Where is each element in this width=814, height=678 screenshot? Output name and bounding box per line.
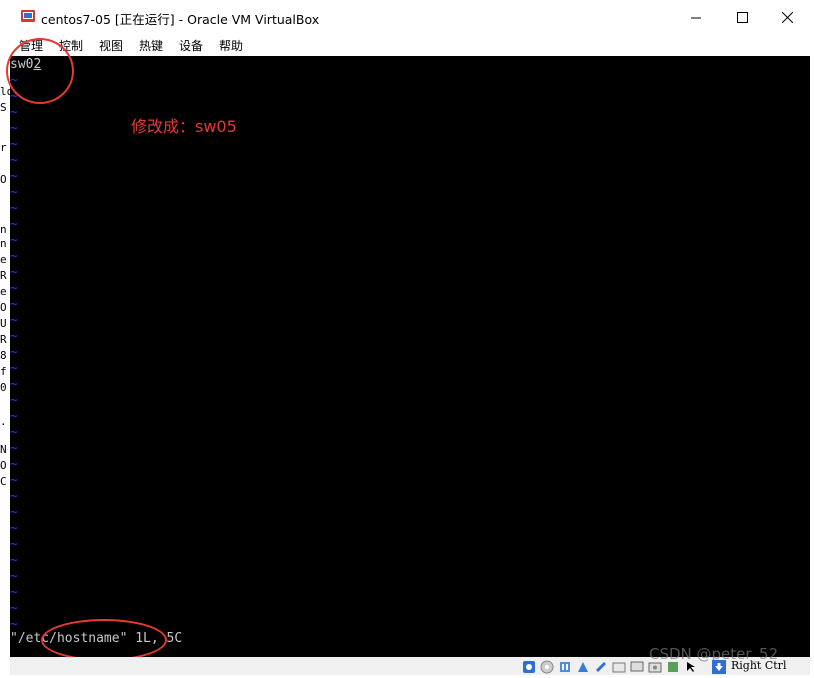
vm-screen[interactable]: sw02 ~ ~ ~ ~ ~ ~ ~ ~ ~ ~ ~ ~ ~ ~ ~ ~ ~ ~ ~ ~ ~ ~ ~ ~ ~ ~ ~ ~ ~ ~ ~ ~ ~ ~ ~… [10, 56, 810, 657]
tilde-marker: ~ [10, 265, 18, 280]
tilde-marker: ~ [10, 121, 18, 136]
menu-item-view[interactable]: 视图 [99, 37, 123, 54]
bleed-char: r [0, 141, 7, 154]
bleed-char: O [0, 301, 7, 314]
menu-item-hotkey[interactable]: 热键 [139, 37, 163, 54]
tilde-marker: ~ [10, 457, 18, 472]
bleed-char: O [0, 459, 7, 472]
tilde-marker: ~ [10, 345, 18, 360]
bleed-char: e [0, 253, 7, 266]
close-button[interactable] [764, 0, 810, 34]
bleed-char: 0 [0, 381, 7, 394]
tilde-marker: ~ [10, 185, 18, 200]
tilde-marker: ~ [10, 585, 18, 600]
bleed-char: . [0, 415, 7, 428]
menu-item-help[interactable]: 帮助 [219, 37, 243, 54]
minimize-button[interactable] [673, 0, 719, 34]
bleed-char: 8 [0, 349, 7, 362]
display-icon[interactable] [630, 659, 644, 673]
title-bar[interactable]: centos7-05 [正在运行] - Oracle VM VirtualBox [10, 0, 810, 34]
tilde-marker: ~ [10, 601, 18, 616]
maximize-button[interactable] [719, 0, 765, 34]
shared-folder-icon[interactable] [612, 659, 626, 673]
tilde-marker: ~ [10, 441, 18, 456]
bleed-char: n [0, 223, 7, 236]
audio-icon[interactable] [558, 659, 572, 673]
maximize-icon [736, 8, 748, 27]
tilde-marker: ~ [10, 505, 18, 520]
annotation-circle-hostname [6, 38, 74, 104]
bleed-char: R [0, 333, 7, 346]
bleed-char: n [0, 237, 7, 250]
bleed-char: f [0, 365, 7, 378]
optical-drive-icon[interactable] [540, 659, 554, 674]
virtualbox-icon [20, 8, 36, 24]
hard-disk-icon[interactable] [522, 659, 536, 673]
bleed-char: U [0, 317, 7, 330]
tilde-marker: ~ [10, 313, 18, 328]
tilde-marker: ~ [10, 153, 18, 168]
tilde-marker: ~ [10, 249, 18, 264]
tilde-marker: ~ [10, 553, 18, 568]
tilde-marker: ~ [10, 393, 18, 408]
window-title: centos7-05 [正在运行] - Oracle VM VirtualBox [41, 12, 320, 27]
tilde-marker: ~ [10, 297, 18, 312]
close-icon [781, 8, 793, 27]
tilde-marker: ~ [10, 361, 18, 376]
bleed-char: N [0, 443, 7, 456]
tilde-marker: ~ [10, 425, 18, 440]
tilde-marker: ~ [10, 617, 18, 632]
annotation-text: 修改成：sw05 [131, 117, 237, 136]
tilde-marker: ~ [10, 137, 18, 152]
menu-bar: 管理 控制 视图 热键 设备 帮助 [10, 34, 810, 56]
tilde-marker: ~ [10, 409, 18, 424]
menu-item-devices[interactable]: 设备 [179, 37, 203, 54]
bleed-char: lo [0, 86, 10, 98]
watermark: CSDN @peter_52 [649, 645, 779, 663]
annotation-circle-filename [41, 619, 167, 661]
tilde-marker: ~ [10, 569, 18, 584]
tilde-marker: ~ [10, 489, 18, 504]
tilde-marker: ~ [10, 537, 18, 552]
usb-icon[interactable] [594, 659, 608, 673]
background-window-bleed: lo S r O n n e R e O U R 8 f 0 . N O C [0, 86, 10, 486]
tilde-marker: ~ [10, 329, 18, 344]
bleed-char: R [0, 269, 7, 282]
bleed-char: O [0, 173, 7, 186]
bleed-char: e [0, 285, 7, 298]
tilde-marker: ~ [10, 233, 18, 248]
bleed-char: S [0, 101, 7, 114]
tilde-marker: ~ [10, 217, 18, 232]
tilde-marker: ~ [10, 473, 18, 488]
tilde-marker: ~ [10, 521, 18, 536]
minimize-icon [690, 8, 702, 27]
tilde-marker: ~ [10, 201, 18, 216]
network-icon[interactable] [576, 659, 590, 673]
tilde-marker: ~ [10, 377, 18, 392]
bleed-char: C [0, 475, 7, 487]
tilde-marker: ~ [10, 281, 18, 296]
tilde-marker: ~ [10, 169, 18, 184]
tilde-marker: ~ [10, 105, 18, 120]
